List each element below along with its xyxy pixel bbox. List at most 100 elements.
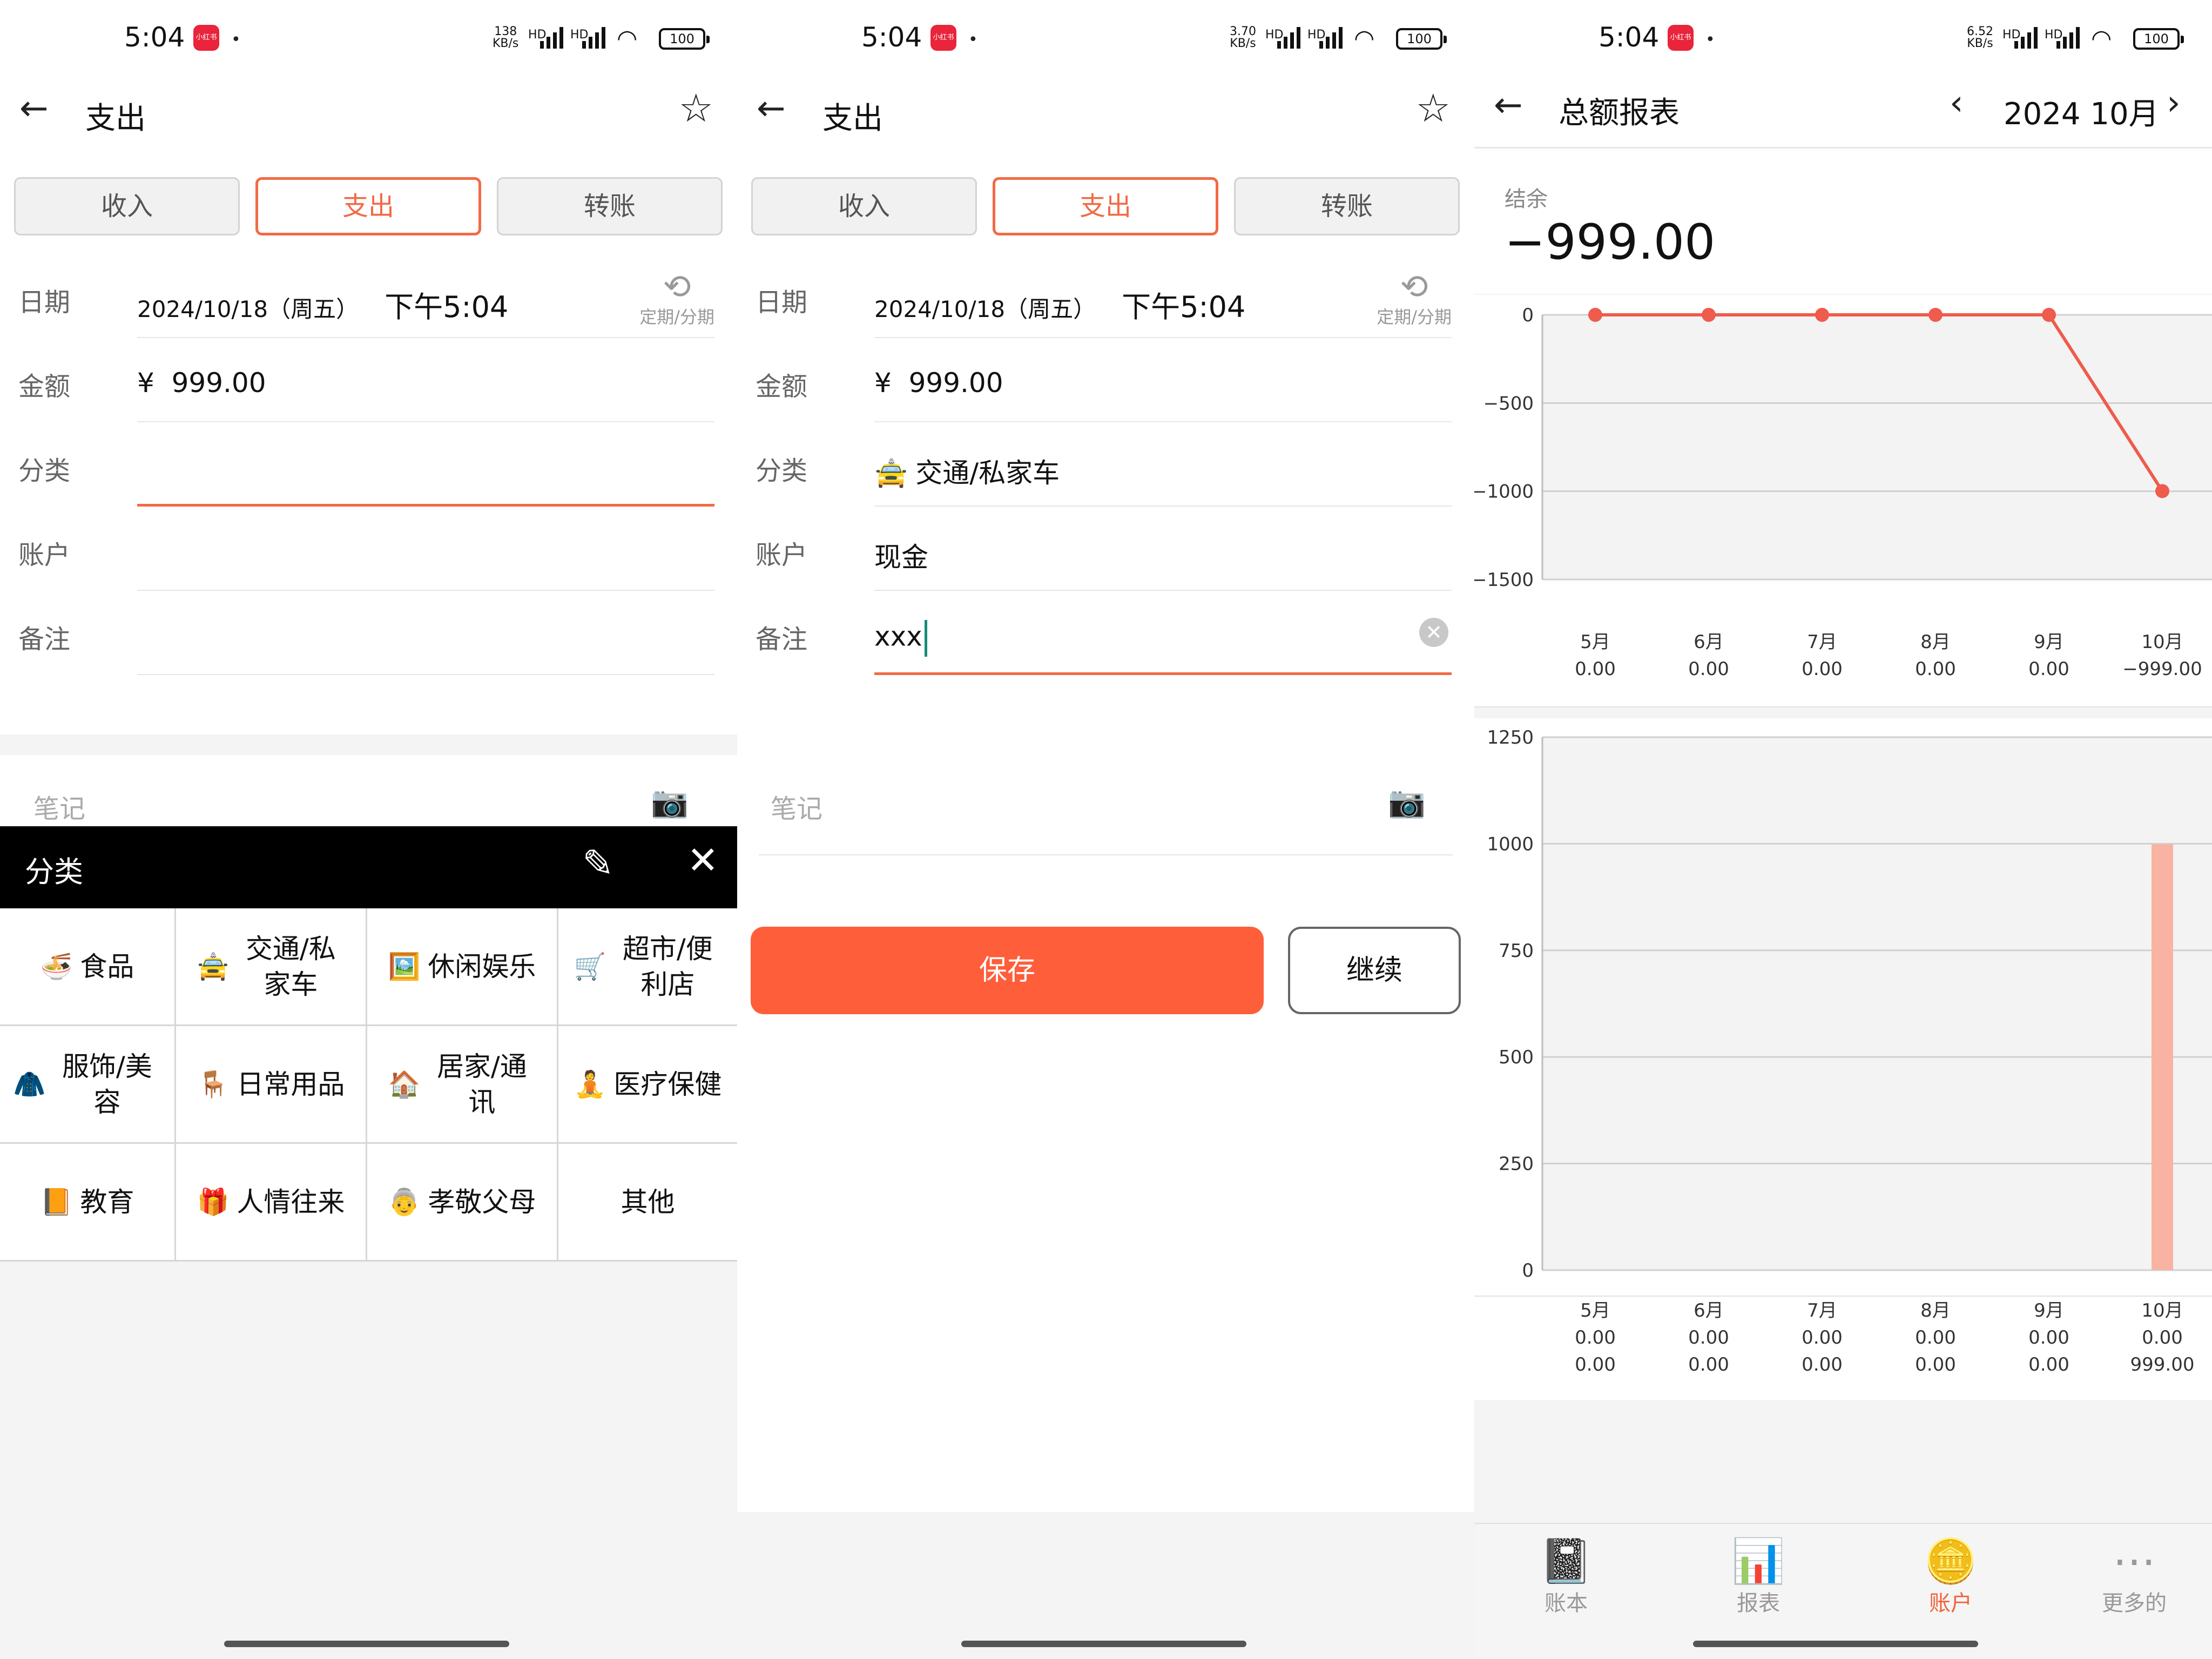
account-row[interactable]: 账户	[0, 507, 737, 591]
remark-label: 备注	[18, 624, 71, 655]
note-label: 笔记	[771, 794, 823, 824]
category-cell[interactable]: 🏠 居家/通讯	[367, 1026, 558, 1144]
repeat-icon: ⟲	[1400, 267, 1428, 306]
note-section[interactable]: 笔记 📷	[737, 755, 1474, 863]
remark-row[interactable]: 备注 xxx ✕	[737, 591, 1474, 675]
expense-data-label: 0.00	[1575, 1354, 1616, 1375]
tab-income[interactable]: 收入	[14, 177, 240, 235]
chevron-left-icon[interactable]: ‹	[1950, 83, 1964, 123]
expense-data-label: 0.00	[2028, 1354, 2069, 1375]
category-cell[interactable]: 🛒 超市/便利店	[558, 908, 737, 1026]
status-time: 5:04	[1599, 22, 1660, 53]
account-value[interactable]: 现金	[874, 536, 928, 575]
wifi-icon: ◠	[1354, 25, 1375, 52]
date-row[interactable]: 日期 2024/10/18（周五） 下午5:04 ⟲ 定期/分期	[737, 254, 1474, 338]
note-section[interactable]: 笔记 📷	[0, 755, 737, 826]
recurring-button[interactable]: ⟲ 定期/分期	[1377, 270, 1452, 328]
tab-3[interactable]: ⋯ 更多的	[2069, 1537, 2199, 1617]
category-cell[interactable]: 🎁 人情往来	[176, 1144, 367, 1262]
status-dot: •	[1705, 30, 1715, 49]
category-label: 超市/便利店	[622, 933, 713, 1000]
category-label: 其他	[621, 1186, 675, 1218]
category-cell[interactable]: 🪑 日常用品	[176, 1026, 367, 1144]
x-tick-label: 8月	[1920, 631, 1951, 653]
y-tick-label: −1000	[1474, 481, 1534, 503]
category-label: 教育	[80, 1186, 134, 1218]
date-value[interactable]: 2024/10/18（周五） 下午5:04	[874, 283, 1245, 326]
category-cell[interactable]: 🧥 服饰/美容	[0, 1026, 176, 1144]
page-title: 支出	[822, 101, 883, 136]
category-value[interactable]: 🚖 交通/私家车	[874, 451, 1060, 490]
amount-value[interactable]: ¥ 999.00	[874, 367, 1003, 399]
income-expense-bar-chart: 1250 1000 750 500 250 0 5月 0.00 0.00 6月 0.00 0.00 7月…	[1474, 727, 2212, 1375]
signal-icon-2	[1319, 25, 1343, 49]
category-cell[interactable]: 🧘 医疗保健	[558, 1026, 737, 1144]
camera-icon[interactable]: 📷	[1388, 784, 1426, 820]
expense-form: 日期 2024/10/18（周五） 下午5:04 ⟲ 定期/分期 金额 ¥ 999.…	[0, 254, 737, 734]
edit-pencil-icon[interactable]: ✎	[582, 841, 614, 886]
tab-transfer[interactable]: 转账	[1234, 177, 1460, 235]
category-cell[interactable]: 👵 孝敬父母	[367, 1144, 558, 1262]
plot-area	[1542, 315, 2212, 579]
tab-1[interactable]: 📊 报表	[1694, 1537, 1823, 1617]
tab-income[interactable]: 收入	[751, 177, 977, 235]
remark-input[interactable]: xxx	[874, 620, 927, 657]
favorite-star-icon[interactable]: ☆	[1415, 85, 1451, 131]
back-arrow-icon[interactable]: ←	[1494, 85, 1523, 125]
category-grid: 🍜 食品 🚖 交通/私家车 🖼️ 休闲娱乐 🛒 超市/便利店 🧥 服饰/美容 🪑 日常用品 🏠 居家/通讯…	[0, 908, 737, 1262]
y-tick-label: 1250	[1487, 727, 1534, 748]
tab-expense[interactable]: 支出	[993, 177, 1218, 235]
category-icon: 🏠	[388, 1069, 421, 1100]
amount-row[interactable]: 金额 ¥ 999.00	[737, 338, 1474, 422]
category-label: 孝敬父母	[428, 1186, 536, 1218]
screen-expense-filled: 5:04 小红书 • 3.70 KB/s HD HD ◠ 100 ← 支出 ☆ …	[737, 0, 1474, 1659]
back-arrow-icon[interactable]: ←	[757, 89, 786, 129]
amount-row[interactable]: 金额 ¥ 999.00	[0, 338, 737, 422]
category-cell[interactable]: 🚖 交通/私家车	[176, 908, 367, 1026]
time-value: 下午5:04	[385, 290, 509, 324]
status-time: 5:04	[861, 22, 922, 53]
recurring-button[interactable]: ⟲ 定期/分期	[639, 270, 714, 328]
tab-2[interactable]: 🪙 账户	[1886, 1537, 2015, 1617]
category-row[interactable]: 分类	[0, 422, 737, 507]
expense-bar	[2152, 844, 2173, 1270]
remark-row[interactable]: 备注	[0, 591, 737, 675]
category-icon: 👵	[388, 1186, 421, 1217]
date-row[interactable]: 日期 2024/10/18（周五） 下午5:04 ⟲ 定期/分期	[0, 254, 737, 338]
wifi-icon: ◠	[2091, 25, 2112, 52]
y-tick-label: 1000	[1487, 833, 1534, 855]
category-row[interactable]: 分类 🚖 交通/私家车	[737, 422, 1474, 507]
continue-button[interactable]: 继续	[1288, 927, 1461, 1014]
account-row[interactable]: 账户 现金	[737, 507, 1474, 591]
category-cell[interactable]: 📙 教育	[0, 1144, 176, 1262]
category-cell[interactable]: 其他	[558, 1144, 737, 1262]
signal-icon	[540, 25, 563, 49]
favorite-star-icon[interactable]: ☆	[678, 85, 713, 131]
category-cell[interactable]: 🍜 食品	[0, 908, 176, 1026]
back-arrow-icon[interactable]: ←	[19, 89, 49, 129]
tab-transfer[interactable]: 转账	[497, 177, 723, 235]
chevron-right-icon[interactable]: ›	[2167, 83, 2181, 123]
month-selector[interactable]: 2024 10月	[2004, 90, 2159, 133]
y-tick-label: −1500	[1474, 569, 1534, 591]
y-tick-label: −500	[1483, 393, 1534, 414]
category-label: 食品	[80, 950, 134, 982]
amount-value[interactable]: ¥ 999.00	[137, 367, 266, 399]
x-tick-label: 6月	[1694, 631, 1724, 653]
x-tick-label: 9月	[2034, 631, 2064, 653]
close-icon[interactable]: ✕	[687, 838, 719, 882]
clear-icon[interactable]: ✕	[1419, 618, 1448, 647]
tab-expense[interactable]: 支出	[255, 177, 481, 235]
text-cursor	[924, 620, 927, 657]
type-tabs: 收入 支出 转账	[737, 173, 1474, 254]
page-title: 总额报表	[1559, 96, 1680, 131]
signal-icon-2	[582, 25, 605, 49]
camera-icon[interactable]: 📷	[651, 784, 689, 820]
x-tick-label: 5月	[1580, 1300, 1610, 1321]
date-value[interactable]: 2024/10/18（周五） 下午5:04	[137, 283, 508, 326]
popup-title: 分类	[25, 855, 83, 889]
tab-0[interactable]: 📓 账本	[1501, 1537, 1631, 1617]
save-button[interactable]: 保存	[751, 927, 1264, 1014]
balance-label: 结余	[1505, 187, 1548, 212]
category-cell[interactable]: 🖼️ 休闲娱乐	[367, 908, 558, 1026]
